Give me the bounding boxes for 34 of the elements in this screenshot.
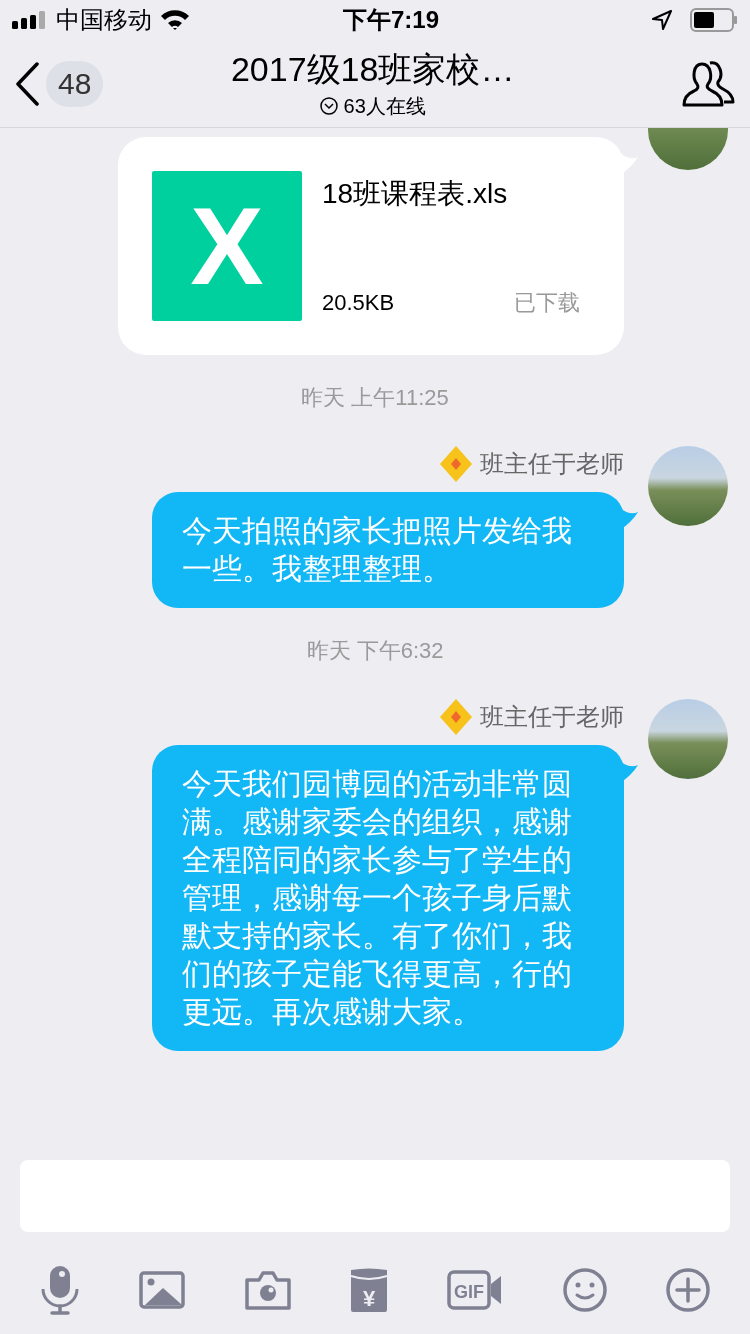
add-icon[interactable] <box>666 1268 711 1312</box>
spreadsheet-file-icon: X <box>152 171 302 321</box>
clock-time: 下午7:19 <box>342 5 440 35</box>
timestamp: 昨天 下午6:32 <box>306 637 444 665</box>
smiley-icon[interactable] <box>562 1268 607 1312</box>
chevron-circle-icon <box>319 96 338 115</box>
diamond-badge-icon <box>440 446 472 482</box>
carrier-name: 中国移动 <box>56 5 152 35</box>
online-count: 63人在线 <box>343 93 426 119</box>
back-chevron-icon <box>14 61 40 106</box>
location-arrow-icon <box>652 10 672 30</box>
file-card[interactable]: X 18班课程表.xls 20.5KB 已下载 <box>118 137 624 355</box>
sender-name: 班主任于老师 <box>480 702 624 732</box>
battery-icon <box>690 8 738 32</box>
microphone-icon[interactable] <box>39 1265 80 1315</box>
bubble-tail <box>620 761 638 783</box>
timestamp: 昨天 上午11:25 <box>301 384 449 412</box>
wifi-icon <box>160 9 190 31</box>
message-bubble[interactable]: 今天我们园博园的活动非常圆满。感谢家委会的组织，感谢全程陪同的家长参与了学生的管理，感谢每一个孩子身后默默支持的家长。有了你们，我们的孩子定能飞得更高，行的更远。再次感谢大家。 <box>152 745 624 1051</box>
unread-count-badge: 48 <box>46 60 104 107</box>
diamond-badge-icon <box>440 699 472 735</box>
back-button[interactable]: 48 <box>14 60 104 107</box>
file-size: 20.5KB <box>322 289 395 317</box>
sender-name: 班主任于老师 <box>480 449 624 479</box>
signal-icon <box>12 11 48 29</box>
bubble-tail <box>620 508 638 530</box>
file-name: 18班课程表.xls <box>322 177 509 211</box>
chat-title: 2017级18班家校… <box>230 48 515 90</box>
camera-icon[interactable] <box>244 1270 291 1310</box>
download-status: 已下载 <box>514 289 580 317</box>
message-bubble[interactable]: 今天拍照的家长把照片发给我一些。我整理整理。 <box>152 492 624 608</box>
yuan-envelope-icon[interactable]: ¥ <box>349 1268 388 1312</box>
group-members-icon[interactable] <box>682 59 736 108</box>
image-icon[interactable] <box>139 1271 186 1309</box>
